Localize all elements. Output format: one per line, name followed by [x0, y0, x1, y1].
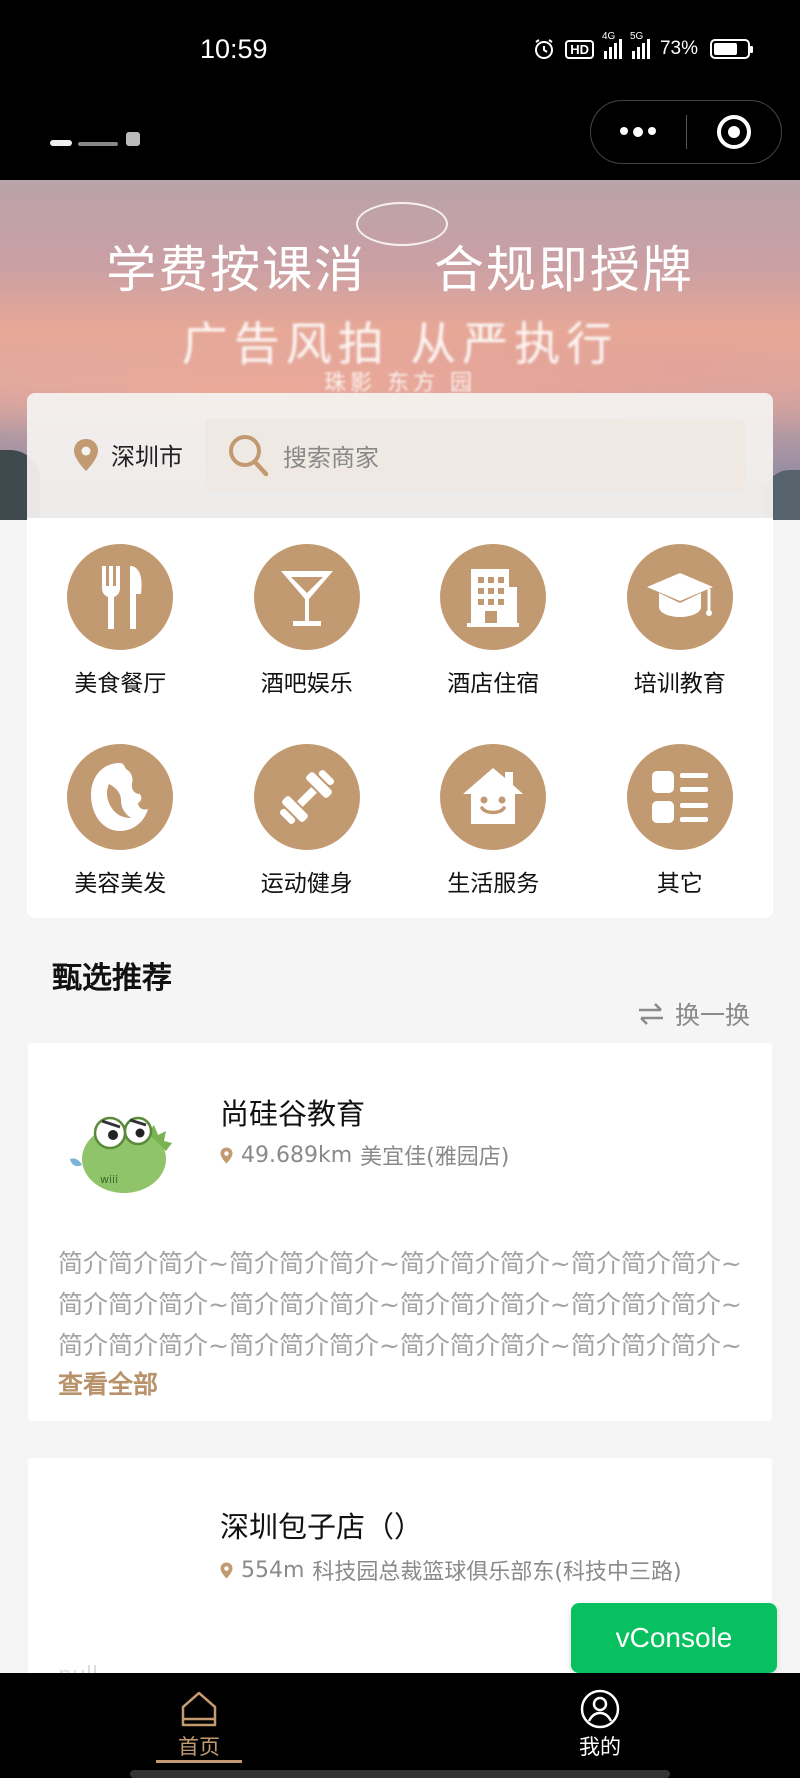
close-target-icon[interactable]	[687, 115, 782, 149]
banner-headline: 学费按课消 合规即授牌	[106, 242, 694, 298]
category-life-service[interactable]: 生活服务	[400, 744, 587, 944]
smiley-house-icon	[440, 744, 547, 850]
category-label: 其它	[656, 871, 703, 897]
battery-icon	[710, 39, 753, 59]
refresh-button[interactable]: 换一换	[637, 996, 750, 1032]
building-icon	[440, 544, 547, 650]
face-icon	[67, 744, 174, 850]
home-icon	[181, 1691, 217, 1727]
city-label: 深圳市	[111, 443, 183, 471]
city-selector[interactable]: 深圳市	[73, 437, 183, 472]
shop-distance: 49.689km	[241, 1142, 353, 1168]
dumbbell-icon	[253, 744, 360, 850]
category-label: 美食餐厅	[74, 671, 167, 697]
home-indicator	[130, 1770, 670, 1778]
app-logo	[48, 130, 148, 154]
category-label: 酒吧娱乐	[260, 671, 353, 697]
search-placeholder: 搜索商家	[283, 443, 379, 472]
tab-home-label: 首页	[178, 1735, 220, 1759]
fork-knife-icon	[67, 544, 174, 650]
category-education[interactable]: 培训教育	[587, 544, 774, 744]
status-time: 10:59	[200, 34, 268, 64]
mini-program-navbar	[0, 100, 800, 180]
location-pin-icon	[74, 438, 98, 471]
section-title: 甄选推荐	[52, 961, 172, 996]
search-card: 深圳市 搜索商家	[27, 393, 773, 518]
hd-badge: HD	[565, 39, 594, 59]
battery-percent: 73%	[659, 38, 698, 59]
category-label: 培训教育	[633, 671, 726, 697]
status-icons: HD 4G 5G 73%	[533, 31, 753, 60]
tab-mine[interactable]: 我的	[545, 1689, 655, 1761]
search-icon	[229, 435, 269, 477]
shop-address: 美宜佳(雅园店)	[360, 1145, 510, 1170]
category-bar[interactable]: 酒吧娱乐	[214, 544, 401, 744]
shop-location: 554m 科技园总裁篮球俱乐部东(科技中三路)	[220, 1554, 682, 1586]
user-icon	[580, 1689, 620, 1729]
shop-address: 科技园总裁篮球俱乐部东(科技中三路)	[312, 1560, 682, 1585]
category-other[interactable]: 其它	[587, 744, 774, 944]
refresh-label: 换一换	[674, 1001, 750, 1030]
category-fitness[interactable]: 运动健身	[214, 744, 401, 944]
shop-distance: 554m	[241, 1557, 305, 1583]
category-label: 酒店住宿	[447, 671, 540, 697]
category-beauty[interactable]: 美容美发	[27, 744, 214, 944]
signal-icon-1: 4G	[602, 31, 622, 59]
more-dots-icon[interactable]	[591, 127, 686, 137]
category-label: 运动健身	[260, 871, 353, 897]
shop-avatar: wiii	[70, 1116, 172, 1193]
category-label: 生活服务	[447, 871, 540, 897]
cocktail-icon	[253, 544, 360, 650]
category-food[interactable]: 美食餐厅	[27, 544, 214, 744]
signal-icon-2: 5G	[630, 31, 650, 59]
tab-home[interactable]: 首页	[144, 1689, 254, 1761]
category-hotel[interactable]: 酒店住宿	[400, 544, 587, 744]
category-grid: 美食餐厅 酒吧娱乐 酒店住宿 培训教育 美容美发 运动健身 生活服务 其它	[27, 518, 773, 918]
category-label: 美容美发	[74, 871, 167, 897]
status-bar: 10:59 HD 4G 5G 73%	[0, 0, 800, 100]
tab-mine-label: 我的	[579, 1735, 621, 1759]
shop-name: 尚硅谷教育	[220, 1097, 366, 1131]
search-input[interactable]: 搜索商家	[205, 419, 745, 491]
graduation-cap-icon	[626, 544, 733, 650]
shop-location: 49.689km 美宜佳(雅园店)	[220, 1139, 509, 1171]
location-pin-icon	[220, 1147, 233, 1163]
shop-card[interactable]: wiii 尚硅谷教育 49.689km 美宜佳(雅园店) 简介简介简介~简介简介…	[28, 1043, 772, 1421]
capsule-menu	[590, 100, 782, 164]
alarm-icon	[535, 39, 554, 59]
list-icon	[626, 744, 733, 850]
location-pin-icon	[220, 1562, 233, 1578]
vconsole-button[interactable]: vConsole	[571, 1603, 777, 1673]
swap-icon	[638, 1003, 663, 1025]
view-all-link[interactable]: 查看全部	[58, 1365, 158, 1401]
shop-intro: 简介简介简介~简介简介简介~简介简介简介~简介简介简介~简介简介简介~简介简介简…	[58, 1249, 742, 1360]
active-tab-indicator	[156, 1760, 242, 1763]
shop-name: 深圳包子店（）	[220, 1510, 424, 1544]
tab-bar: 首页 我的	[0, 1673, 800, 1778]
svg-text:wiii: wiii	[100, 1173, 118, 1186]
